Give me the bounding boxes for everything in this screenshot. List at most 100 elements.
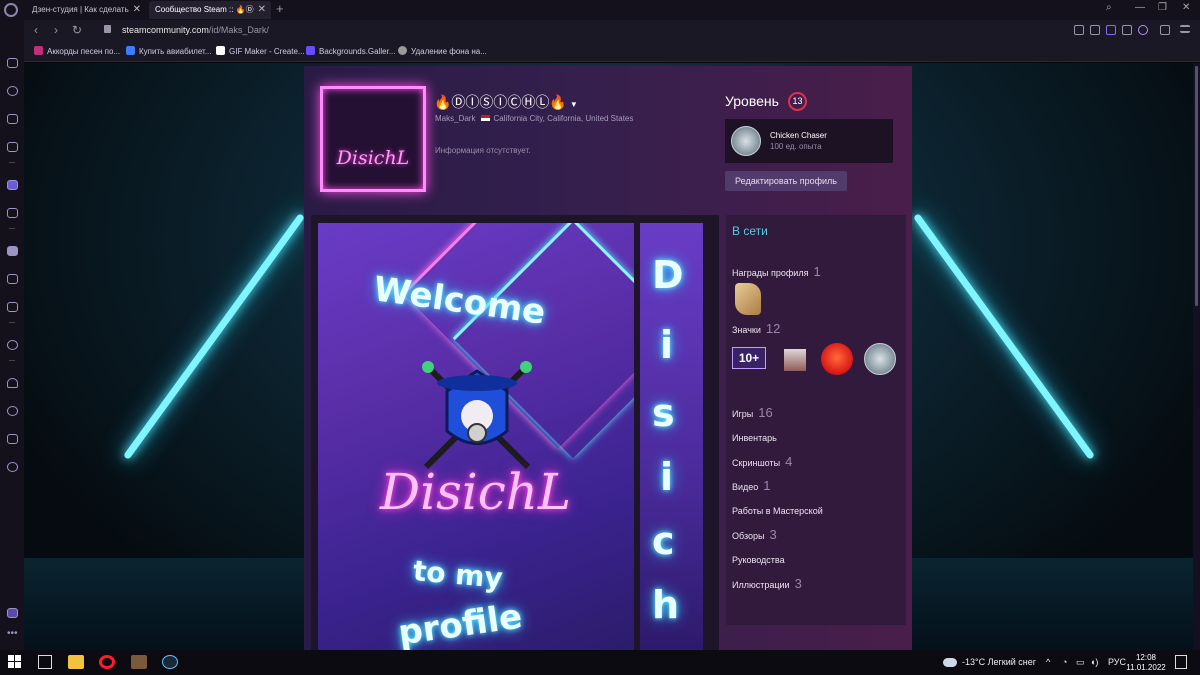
new-tab-button[interactable]: + (276, 1, 284, 16)
camera-icon[interactable] (1090, 25, 1100, 35)
windows-taskbar: -13°C Легкий снег ^ ◔ ▭ ◖) РУС 12:08 11.… (0, 650, 1200, 675)
volume-icon[interactable]: ◖) (1090, 657, 1098, 667)
link-count: 4 (785, 454, 793, 469)
screenshots-link[interactable]: Скриншоты 4 (732, 454, 792, 469)
artwork-showcase: Welcome DisichL to my profile D i s i c … (311, 215, 719, 650)
link-label: Награды профиля (732, 268, 809, 278)
showcase-artwork-side[interactable]: D i s i c h (640, 223, 703, 650)
artwork-link[interactable]: Иллюстрации 3 (732, 576, 802, 591)
notifications-icon[interactable] (1175, 655, 1187, 669)
side-letter: c (652, 519, 675, 563)
side-letter: i (660, 455, 674, 499)
angry-face-badge-icon[interactable] (821, 343, 853, 375)
chevron-down-icon[interactable]: ▼ (570, 100, 578, 109)
link-count: 3 (794, 576, 802, 591)
settings-icon[interactable] (7, 462, 18, 472)
heart-icon[interactable] (1138, 25, 1148, 35)
tab-dzen[interactable]: Дзен-студия | Как сделать ✕ (26, 1, 146, 19)
file-explorer-icon[interactable] (68, 655, 84, 669)
discord-icon[interactable] (7, 208, 18, 218)
years-badge-icon[interactable]: 10+ (732, 347, 766, 369)
bookmark-item[interactable]: Аккорды песен по... (34, 46, 120, 56)
more-icon[interactable]: ••• (7, 629, 18, 642)
url-host: steamcommunity.com (122, 25, 209, 35)
network-icon[interactable]: ◔ (1062, 657, 1067, 667)
workspace-icon[interactable] (7, 180, 18, 190)
persona-name[interactable]: 🔥ⒹⒾⓈⒾⒸⒽⓁ🔥 ▼ (434, 92, 578, 112)
forward-icon[interactable]: › (54, 23, 58, 37)
player-icon[interactable] (7, 340, 18, 350)
extensions-icon[interactable] (1160, 25, 1170, 35)
bookmark-label: Удаление фона на... (411, 47, 487, 56)
minimize-icon[interactable]: — (1135, 2, 1145, 13)
weather-text[interactable]: -13°C Легкий снег (962, 657, 1036, 667)
games-link[interactable]: Игры 16 (732, 405, 773, 420)
close-icon[interactable]: ✕ (258, 1, 266, 19)
opera-menu-icon[interactable] (4, 3, 18, 17)
bookmark-item[interactable]: Купить авиабилет... (126, 46, 211, 56)
shield-icon[interactable] (1106, 25, 1116, 35)
search-tabs-icon[interactable]: ⌕ (1106, 2, 1112, 13)
bag-icon[interactable] (7, 114, 18, 124)
level-label: Уровень (725, 93, 779, 109)
scroll-award-icon[interactable] (735, 283, 761, 315)
chevron-up-icon[interactable]: ^ (1046, 657, 1050, 667)
badges-link[interactable]: Значки 12 (732, 321, 780, 336)
clock-date: 11.01.2022 (1126, 663, 1166, 672)
featured-badge[interactable]: Chicken Chaser 100 ед. опыта (725, 119, 893, 163)
badge-xp: 100 ед. опыта (770, 142, 822, 151)
opera-gx-icon[interactable] (99, 655, 115, 669)
heart-icon[interactable] (7, 378, 18, 388)
mascot-emblem-icon (422, 361, 532, 470)
steam-icon[interactable] (162, 655, 178, 669)
instagram-icon[interactable] (7, 274, 18, 284)
twitch-icon[interactable] (7, 142, 18, 152)
bookmark-item[interactable]: GIF Maker - Create... (216, 46, 305, 56)
videos-link[interactable]: Видео 1 (732, 478, 771, 493)
windows-start-icon[interactable] (8, 655, 22, 669)
sidebar-divider (9, 228, 15, 229)
box-icon[interactable] (7, 434, 18, 444)
menu-icon[interactable] (1180, 25, 1190, 33)
profile-awards-link[interactable]: Награды профиля 1 (732, 264, 821, 279)
guides-link[interactable]: Руководства (732, 555, 785, 565)
gamepad-icon[interactable] (7, 58, 18, 68)
clock[interactable]: 12:08 11.01.2022 (1126, 653, 1166, 673)
bookmark-item[interactable]: Backgrounds.Galler... (306, 46, 395, 56)
game-badge-icon[interactable] (784, 349, 806, 371)
history-icon[interactable] (7, 406, 18, 416)
link-label: Инвентарь (732, 433, 777, 443)
battery-icon[interactable]: ▭ (1076, 657, 1085, 668)
signature-text: DisichL (380, 463, 572, 521)
language-indicator[interactable]: РУС (1108, 657, 1126, 667)
level-badge[interactable]: 13 (788, 92, 807, 111)
back-icon[interactable]: ‹ (34, 23, 38, 37)
game-app-icon[interactable] (131, 655, 147, 669)
player-mini-icon[interactable] (7, 608, 18, 618)
send-icon[interactable] (1122, 25, 1132, 35)
inventory-link[interactable]: Инвентарь (732, 433, 777, 443)
bookmark-label: Backgrounds.Galler... (319, 47, 396, 56)
task-view-icon[interactable] (38, 655, 52, 669)
reload-icon[interactable]: ↻ (72, 23, 82, 37)
restore-icon[interactable]: ❐ (1158, 2, 1167, 13)
bookmark-item[interactable]: Удаление фона на... (398, 46, 487, 56)
showcase-artwork-main[interactable]: Welcome DisichL to my profile (318, 223, 634, 650)
messenger-icon[interactable] (7, 302, 18, 312)
avatar[interactable]: DisichL (320, 86, 426, 192)
speed-dial-icon[interactable] (7, 86, 18, 96)
chicken-badge-icon[interactable] (864, 343, 896, 375)
weather-icon[interactable] (943, 658, 957, 667)
workshop-link[interactable]: Работы в Мастерской (732, 506, 823, 516)
scrollbar-thumb[interactable] (1195, 66, 1198, 306)
tab-steam[interactable]: Сообщество Steam :: 🔥Ⓓ ✕ (149, 1, 271, 19)
close-icon[interactable]: ✕ (133, 1, 141, 19)
snapshot-icon[interactable] (1074, 25, 1084, 35)
url-field[interactable]: steamcommunity.com/id/Maks_Dark/ (122, 25, 269, 35)
close-window-icon[interactable]: ✕ (1182, 2, 1190, 13)
vk-icon[interactable] (7, 246, 18, 256)
link-label: Работы в Мастерской (732, 506, 823, 516)
edit-profile-button[interactable]: Редактировать профиль (725, 171, 847, 191)
side-letter: s (652, 391, 675, 435)
reviews-link[interactable]: Обзоры 3 (732, 527, 777, 542)
